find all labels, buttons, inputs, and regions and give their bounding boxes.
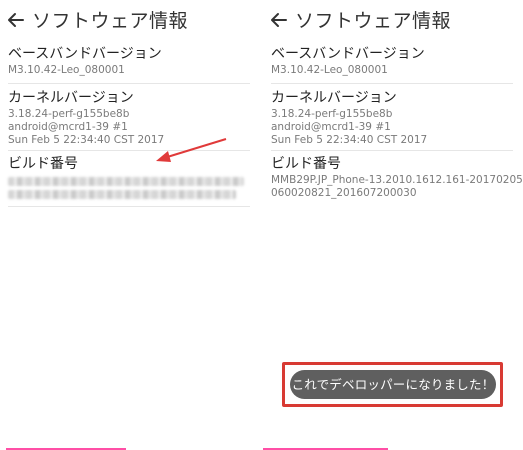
build-line-2: 060020821_201607200030 [271,187,417,199]
arrow-left-icon[interactable] [6,10,26,30]
kernel-line-1: 3.18.24-perf-g155be8b [8,108,130,120]
comparison-screenshot: ソフトウェア情報 ベースバンドバージョン M3.10.42-Leo_080001… [0,0,523,450]
baseband-version-item[interactable]: ベースバンドバージョン M3.10.42-Leo_080001 [263,45,521,77]
kernel-line-1: 3.18.24-perf-g155be8b [271,108,393,120]
build-number-item[interactable]: ビルド番号 MMB29P.JP_Phone-13.2010.1612.161-2… [263,155,523,200]
developer-mode-toast: これでデベロッパーになりました！ [290,370,496,399]
kernel-line-2: android@mcrd1-39 #1 [8,121,128,133]
app-bar: ソフトウェア情報 [0,6,258,36]
red-arrow-icon [156,138,227,162]
kernel-line-3: Sun Feb 5 22:34:40 CST 2017 [271,134,428,146]
app-bar: ソフトウェア情報 [263,6,521,36]
divider [8,206,250,207]
kernel-label: カーネルバージョン [271,90,397,106]
blurred-build-number-line-2 [8,190,236,199]
baseband-label: ベースバンドバージョン [8,46,162,62]
page-title: ソフトウェア情報 [295,10,452,32]
baseband-value: M3.10.42-Leo_080001 [271,64,388,76]
divider [271,83,513,84]
build-line-1: MMB29P.JP_Phone-13.2010.1612.161-2017020… [271,174,523,186]
left-screen: ソフトウェア情報 ベースバンドバージョン M3.10.42-Leo_080001… [0,0,258,450]
kernel-version-item[interactable]: カーネルバージョン 3.18.24-perf-g155be8b android@… [263,89,521,147]
divider [271,150,513,151]
baseband-label: ベースバンドバージョン [271,46,425,62]
page-title: ソフトウェア情報 [32,10,189,32]
arrow-left-icon[interactable] [269,10,289,30]
blurred-build-number-line-1 [8,177,244,186]
divider [8,83,250,84]
baseband-value: M3.10.42-Leo_080001 [8,64,125,76]
kernel-label: カーネルバージョン [8,90,134,106]
kernel-line-2: android@mcrd1-39 #1 [271,121,391,133]
baseband-version-item[interactable]: ベースバンドバージョン M3.10.42-Leo_080001 [0,45,258,77]
build-label: ビルド番号 [271,156,341,172]
